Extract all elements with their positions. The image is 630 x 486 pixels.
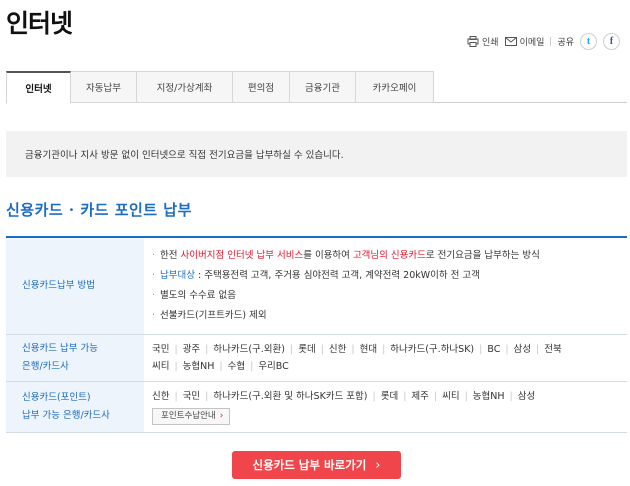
payment-info-table: 신용카드납부 방법 한전 사이버지점 인터넷 납부 서비스를 이용하여 고객님의…	[6, 236, 627, 433]
point-card-company-list: 신한 | 국민 | 하나카드(구.외환 및 하나SK카드 포함) | 롯데 | 제주 | 씨티 | 농협…	[144, 381, 627, 433]
tab-internet[interactable]: 인터넷	[6, 71, 71, 104]
card-company-name: 제주	[411, 391, 429, 402]
table-row: 신용카드납부 방법 한전 사이버지점 인터넷 납부 서비스를 이용하여 고객님의…	[6, 237, 627, 335]
facebook-icon[interactable]: f	[603, 33, 620, 50]
card-list-line: 신한 | 국민 | 하나카드(구.외환 및 하나SK카드 포함) | 롯데 | 제주 | 씨티 | 농협…	[152, 388, 627, 405]
list-item: 별도의 수수료 없음	[152, 286, 627, 306]
card-company-name: 하나카드(구.외환 및 하나SK카드 포함)	[213, 391, 368, 402]
notice-text: 금융기관이나 지사 방문 없이 인터넷으로 직접 전기요금을 납부하실 수 있습…	[25, 150, 344, 161]
separator: |	[205, 343, 209, 355]
card-company-name: 삼성	[513, 343, 532, 355]
card-company-name: 롯데	[298, 343, 316, 355]
separator: |	[290, 343, 294, 355]
card-company-list: 국민 | 광주 | 하나카드(구.외환) | 롯데 | 신한 | 현대 | 하나카드(구.하나SK) | B…	[144, 334, 627, 382]
separator: |	[382, 343, 386, 355]
card-company-name: 롯데	[380, 391, 399, 402]
chevron-right-icon: ›	[375, 457, 381, 473]
point-guide-button[interactable]: 포인트수납안내 ›	[152, 408, 231, 425]
card-company-name: 농협NH	[182, 360, 215, 372]
separator: |	[351, 343, 355, 355]
tab-virtual-account[interactable]: 지정/가상계좌	[137, 71, 233, 103]
card-company-name: 씨티	[442, 391, 460, 402]
method-details: 한전 사이버지점 인터넷 납부 서비스를 이용하여 고객님의 신용카드로 전기요…	[144, 237, 627, 335]
tab-kakaopay[interactable]: 카카오페이	[356, 71, 434, 103]
share-label: 공유	[557, 38, 574, 48]
tab-financial-institution[interactable]: 금융기관	[290, 71, 356, 103]
card-company-name: BC	[487, 343, 501, 355]
separator: |	[174, 391, 178, 402]
card-company-name: 우리BC	[258, 360, 289, 372]
list-item: 한전 사이버지점 인터넷 납부 서비스를 이용하여 고객님의 신용카드로 전기요…	[152, 246, 627, 266]
tab-auto-payment[interactable]: 자동납부	[71, 71, 137, 103]
card-company-name: 신한	[152, 391, 170, 402]
card-company-name: 삼성	[517, 391, 536, 402]
mail-icon	[504, 37, 517, 46]
card-company-name: 현대	[359, 343, 378, 355]
row-header-card-companies: 신용카드 납부 가능 은행/카드사	[6, 334, 144, 382]
separator: |	[250, 360, 254, 372]
payment-method-tabs: 인터넷 자동납부 지정/가상계좌 편의점 금융기관 카카오페이	[6, 71, 627, 104]
card-list-line: 국민 | 광주 | 하나카드(구.외환) | 롯데 | 신한 | 현대 | 하나카드(구.하나SK) | B…	[152, 341, 627, 358]
separator: |	[403, 391, 407, 402]
separator: |	[433, 391, 438, 402]
card-company-name: 농협NH	[472, 391, 505, 402]
separator: |	[174, 360, 178, 372]
table-row: 신용카드 납부 가능 은행/카드사 국민 | 광주 | 하나카드(구.외환) | 롯데 | 신한 |…	[6, 334, 627, 382]
table-row: 신용카드(포인트) 납부 가능 은행/카드사 신한 | 국민 | 하나카드(구.외환 및 …	[6, 381, 627, 433]
list-item: 선불카드(기프트카드) 제외	[152, 306, 627, 326]
card-company-name: 신한	[328, 343, 347, 355]
card-company-name: 씨티	[152, 360, 170, 372]
separator: |	[174, 343, 178, 355]
tab-convenience-store[interactable]: 편의점	[233, 71, 290, 103]
separator: |	[372, 391, 376, 402]
card-company-name: 하나카드(구.외환)	[213, 343, 285, 355]
credit-card-pay-button[interactable]: 신용카드 납부 바로가기 ›	[232, 451, 401, 479]
separator: |	[509, 391, 513, 402]
twitter-icon[interactable]: t	[580, 33, 597, 50]
card-company-name: 국민	[182, 391, 201, 402]
list-item: 납부대상 : 주택용전력 고객, 주거용 심야전력 고객, 계약전력 20kW이…	[152, 266, 627, 286]
separator: |	[219, 360, 223, 372]
point-guide-label: 포인트수납안내	[161, 411, 216, 421]
separator: |	[205, 391, 209, 402]
pay-button-label: 신용카드 납부 바로가기	[252, 458, 367, 472]
separator: |	[536, 343, 540, 355]
separator: |	[505, 343, 509, 355]
printer-icon	[467, 36, 479, 47]
card-company-name: 국민	[152, 343, 170, 355]
page-title: 인터넷	[6, 9, 73, 38]
section-title: 신용카드 · 카드 포인트 납부	[6, 201, 192, 219]
email-label: 이메일	[519, 38, 545, 48]
row-header-point-card-companies: 신용카드(포인트) 납부 가능 은행/카드사	[6, 381, 144, 433]
chevron-right-icon: ›	[219, 411, 224, 421]
card-company-name: 하나카드(구.하나SK)	[390, 343, 475, 355]
separator: |	[320, 343, 324, 355]
utility-bar: 인쇄 이메일 공유 t f	[467, 33, 620, 50]
divider	[550, 37, 552, 46]
email-button[interactable]: 이메일	[504, 35, 545, 48]
card-company-name: 광주	[182, 343, 201, 355]
card-list-line: 씨티 | 농협NH | 수협 | 우리BC	[152, 358, 627, 375]
notice-box: 금융기관이나 지사 방문 없이 인터넷으로 직접 전기요금을 납부하실 수 있습…	[6, 131, 627, 177]
separator: |	[464, 391, 468, 402]
print-button[interactable]: 인쇄	[467, 35, 499, 48]
card-company-name: 전북	[544, 343, 562, 355]
row-header-method: 신용카드납부 방법	[6, 237, 144, 335]
card-company-name: 수협	[227, 360, 246, 372]
print-label: 인쇄	[482, 38, 499, 48]
separator: |	[479, 343, 483, 355]
